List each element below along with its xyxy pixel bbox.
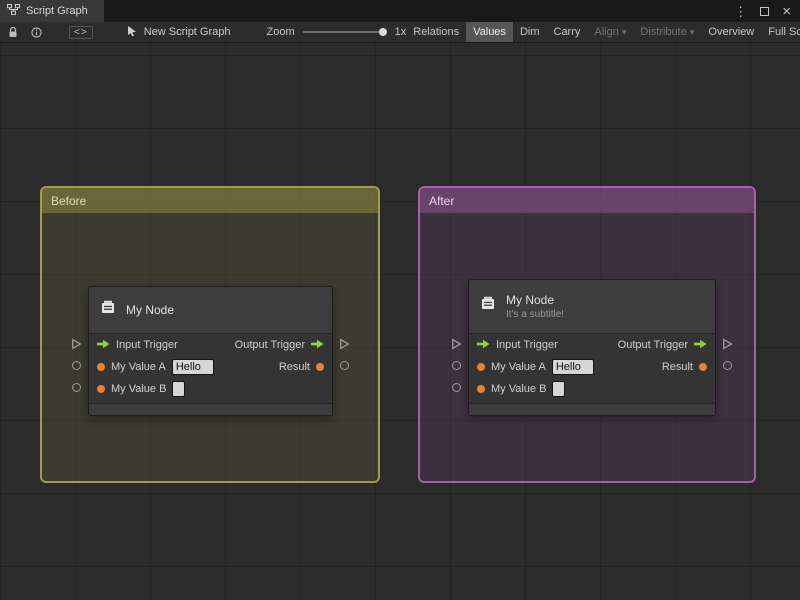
code-icon[interactable]: <> — [69, 25, 93, 39]
node-footer — [89, 403, 332, 415]
value-b-port-icon[interactable] — [97, 385, 105, 393]
close-icon[interactable]: × — [782, 4, 791, 19]
node-title: My Node — [126, 303, 175, 317]
input-trigger-label: Input Trigger — [116, 339, 178, 351]
carry-button[interactable]: Carry — [547, 22, 588, 42]
value-b-label: My Value B — [491, 383, 547, 395]
relations-button[interactable]: Relations — [406, 22, 466, 42]
align-button[interactable]: Align ▾ — [587, 22, 633, 42]
group-after-title: After — [429, 193, 455, 208]
value-b-label: My Value B — [111, 383, 167, 395]
node-my-node-before[interactable]: My Node Input Trigger Output Trigger My … — [72, 286, 350, 416]
flow-output-port-external[interactable] — [722, 338, 733, 350]
graph-name-label: New Script Graph — [143, 26, 231, 38]
chevron-down-icon: ▾ — [621, 26, 627, 37]
result-port-icon[interactable] — [699, 363, 707, 371]
port-row-value-a: My Value A Result — [89, 356, 332, 378]
value-b-port-external[interactable] — [452, 383, 461, 392]
flow-input-port-external[interactable] — [451, 338, 462, 350]
values-button[interactable]: Values — [466, 22, 513, 42]
node-icon — [479, 295, 497, 318]
fullscreen-button[interactable]: Full Scr — [761, 22, 800, 42]
zoom-slider-thumb[interactable] — [378, 28, 387, 36]
value-b-input[interactable] — [552, 381, 566, 397]
value-a-port-icon[interactable] — [477, 363, 485, 371]
group-before-title: Before — [51, 193, 87, 208]
flow-output-port-icon[interactable] — [311, 339, 324, 352]
maximize-icon[interactable] — [760, 6, 770, 16]
port-row-value-b: My Value B — [89, 378, 332, 400]
script-graph-window: Script Graph ⋮ × <> New Script Graph Zoo… — [0, 0, 800, 600]
result-port-icon[interactable] — [316, 363, 324, 371]
zoom-slider[interactable] — [302, 28, 387, 36]
info-icon[interactable] — [31, 26, 42, 38]
port-row-value-a: My Value A Result — [469, 356, 715, 378]
result-port-external[interactable] — [723, 361, 732, 370]
overview-button[interactable]: Overview — [701, 22, 761, 42]
zoom-label: Zoom — [266, 26, 295, 38]
value-a-port-external[interactable] — [72, 361, 81, 370]
value-b-input[interactable] — [172, 381, 186, 397]
output-trigger-label: Output Trigger — [617, 339, 688, 351]
toolbar-buttons: Relations Values Dim Carry Align ▾ Distri… — [406, 22, 800, 42]
value-a-port-external[interactable] — [452, 361, 461, 370]
dim-button[interactable]: Dim — [513, 22, 547, 42]
port-row-triggers: Input Trigger Output Trigger — [89, 334, 332, 356]
node-icon — [99, 299, 117, 322]
input-trigger-label: Input Trigger — [496, 339, 558, 351]
zoom-value: 1x — [394, 26, 407, 38]
flow-input-port-icon[interactable] — [97, 339, 110, 352]
value-a-label: My Value A — [111, 361, 166, 373]
node-my-node-after[interactable]: My Node It's a subtitle! Input Trigger O… — [452, 279, 733, 416]
tab-bar: Script Graph ⋮ × — [0, 0, 800, 22]
port-row-value-b: My Value B — [469, 378, 715, 400]
node-title: My Node — [506, 293, 555, 307]
menu-kebab-icon[interactable]: ⋮ — [734, 5, 747, 18]
flow-input-port-external[interactable] — [71, 338, 82, 350]
distribute-button[interactable]: Distribute ▾ — [633, 22, 701, 42]
script-graph-icon — [7, 4, 20, 18]
graph-toolbar: <> New Script Graph Zoom 1x Relations Va… — [0, 22, 800, 43]
group-after-header[interactable]: After — [420, 188, 754, 213]
flow-input-port-icon[interactable] — [477, 339, 490, 352]
chevron-down-icon: ▾ — [689, 26, 695, 37]
flow-output-port-external[interactable] — [339, 338, 350, 350]
value-a-input[interactable] — [551, 359, 594, 375]
value-a-port-icon[interactable] — [97, 363, 105, 371]
output-trigger-label: Output Trigger — [234, 339, 305, 351]
flow-output-port-icon[interactable] — [694, 339, 707, 352]
node-subtitle: It's a subtitle! — [506, 309, 565, 320]
port-row-triggers: Input Trigger Output Trigger — [469, 334, 715, 356]
lock-icon[interactable] — [8, 26, 18, 38]
node-footer — [469, 403, 715, 415]
tab-title: Script Graph — [26, 5, 88, 17]
graph-canvas[interactable]: Before After My Node Input Trigger Outpu… — [0, 43, 800, 600]
group-before-header[interactable]: Before — [42, 188, 378, 213]
value-a-label: My Value A — [491, 361, 546, 373]
result-label: Result — [278, 361, 310, 373]
pointer-icon — [127, 25, 137, 40]
value-a-input[interactable] — [171, 359, 214, 375]
value-b-port-external[interactable] — [72, 383, 81, 392]
result-port-external[interactable] — [340, 361, 349, 370]
tab-script-graph[interactable]: Script Graph — [0, 0, 104, 22]
result-label: Result — [661, 361, 693, 373]
value-b-port-icon[interactable] — [477, 385, 485, 393]
